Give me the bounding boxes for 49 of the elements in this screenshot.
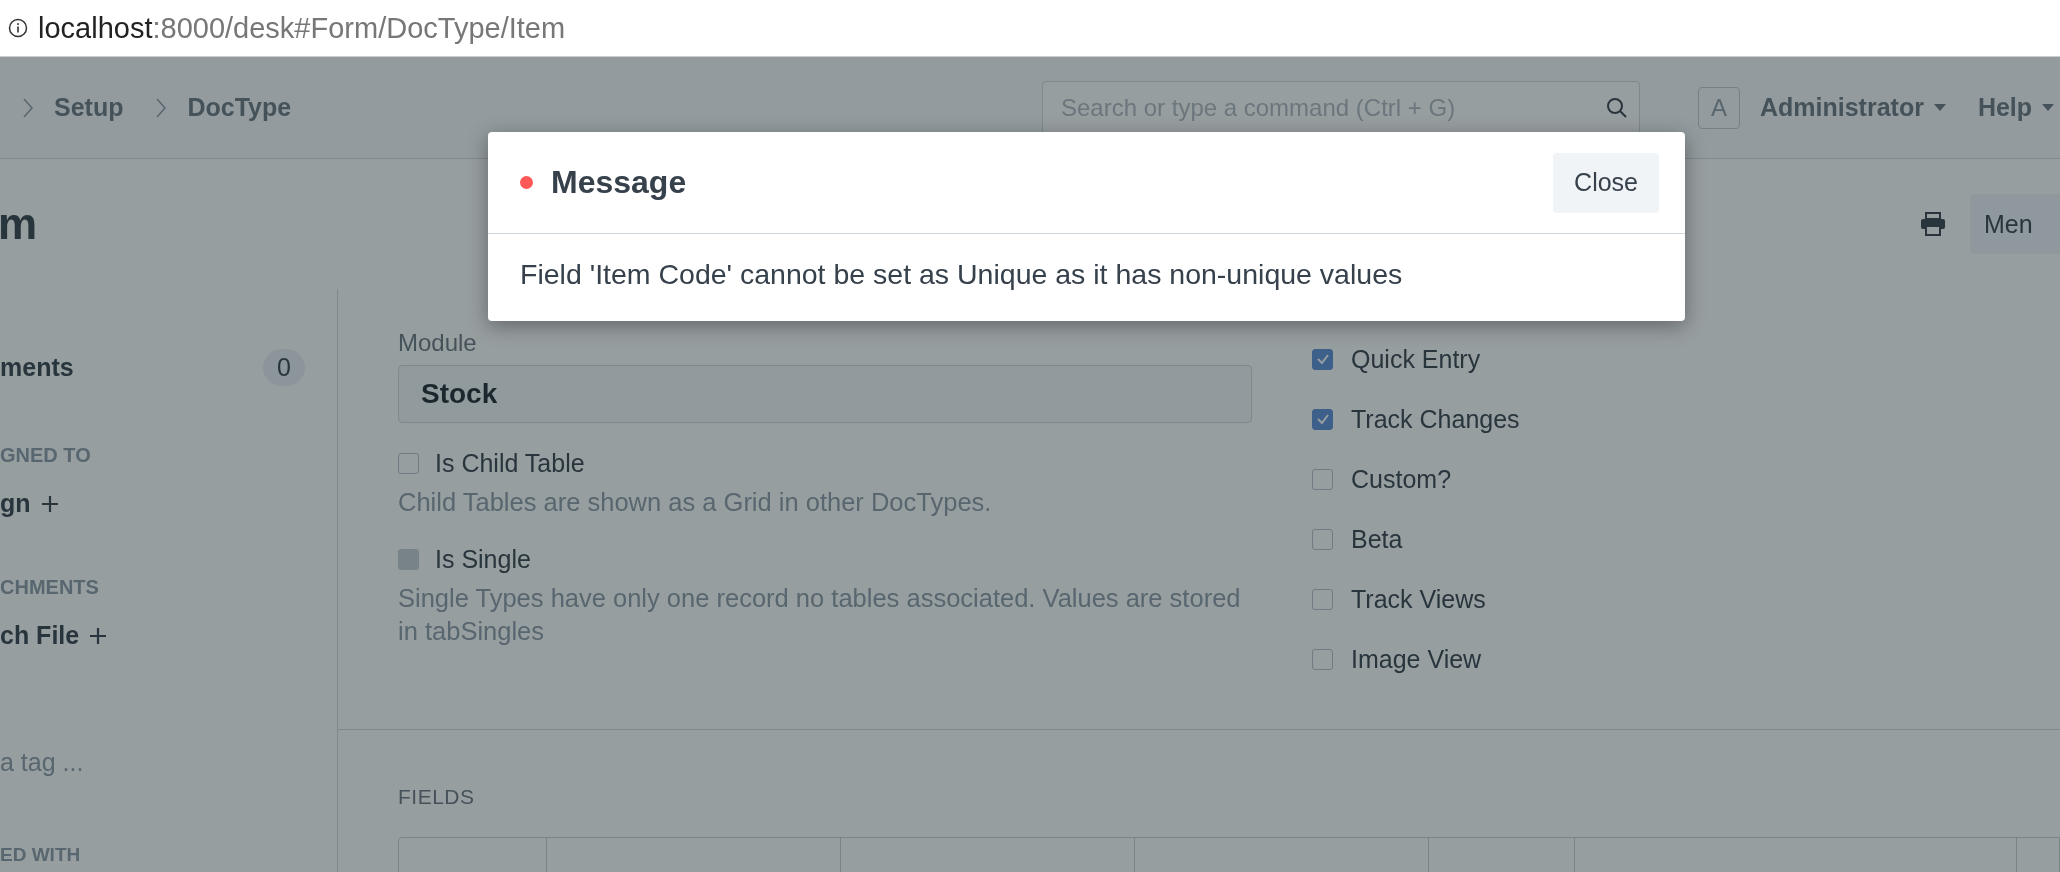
help-menu[interactable]: Help — [1977, 93, 2055, 122]
sidebar-link[interactable]: ch File — [0, 621, 108, 650]
check-icon — [1315, 352, 1330, 366]
dialog-message: Field 'Item Code' cannot be set as Unique as it has non-unique values — [519, 257, 1404, 292]
checkbox-label: Is Child Table — [435, 449, 585, 478]
checkbox[interactable] — [1312, 528, 1333, 550]
field-description: Child Tables are shown as a Grid in other DocTypes. — [398, 487, 993, 518]
sidebar-link[interactable]: gn — [0, 489, 59, 518]
plus-icon — [40, 494, 59, 513]
checkbox-label: Image View — [1351, 644, 1482, 674]
checkbox-label: Track Changes — [1351, 404, 1520, 434]
user-menu[interactable]: Administrator — [1760, 93, 1946, 122]
field-description: Single Types have only one record no tables associated. Values are stored in tabSingles — [398, 583, 1242, 648]
checkbox[interactable] — [398, 453, 419, 474]
checkbox[interactable] — [1312, 348, 1333, 370]
search-icon — [1606, 96, 1628, 119]
close-button[interactable]: Close — [1553, 152, 1659, 213]
caret-icon — [1933, 103, 1946, 112]
chevron-icon — [22, 96, 34, 119]
sidebar-heading: GNED TO — [0, 444, 91, 467]
checkbox[interactable] — [1312, 588, 1333, 610]
caret-icon — [2042, 103, 2055, 112]
dialog-title: Message — [551, 164, 688, 201]
checkbox-label: Beta — [1351, 524, 1403, 554]
checkbox[interactable] — [1312, 408, 1333, 430]
check-icon — [1315, 412, 1330, 426]
chevron-icon — [155, 96, 168, 119]
checkbox[interactable] — [1312, 468, 1333, 490]
checkbox-label: Custom? — [1351, 464, 1452, 494]
checkbox[interactable] — [1312, 648, 1333, 670]
info-icon — [8, 18, 28, 38]
field-label: Module — [398, 329, 478, 357]
checkbox-label: Track Views — [1351, 584, 1486, 614]
plus-icon — [89, 626, 108, 645]
print-icon[interactable] — [1920, 212, 1946, 236]
module-field[interactable]: Stock — [398, 365, 1252, 423]
menu-button[interactable]: Men — [1970, 194, 2060, 254]
sidebar-link[interactable]: ments — [0, 353, 74, 382]
page-title: m — [0, 199, 39, 249]
section-heading: FIELDS — [398, 785, 475, 808]
sidebar-heading: ED WITH — [0, 845, 81, 866]
breadcrumb-link[interactable]: Setup — [54, 93, 124, 122]
url-text: localhost:8000/desk#Form/DocType/Item — [38, 11, 566, 45]
sidebar-heading: CHMENTS — [0, 576, 99, 599]
breadcrumb-link[interactable]: DocType — [187, 93, 292, 122]
tag-input[interactable]: a tag ... — [0, 748, 84, 777]
count-badge: 0 — [263, 349, 305, 386]
checkbox-label: Is Single — [435, 545, 531, 575]
checkbox-label: Quick Entry — [1351, 344, 1481, 374]
